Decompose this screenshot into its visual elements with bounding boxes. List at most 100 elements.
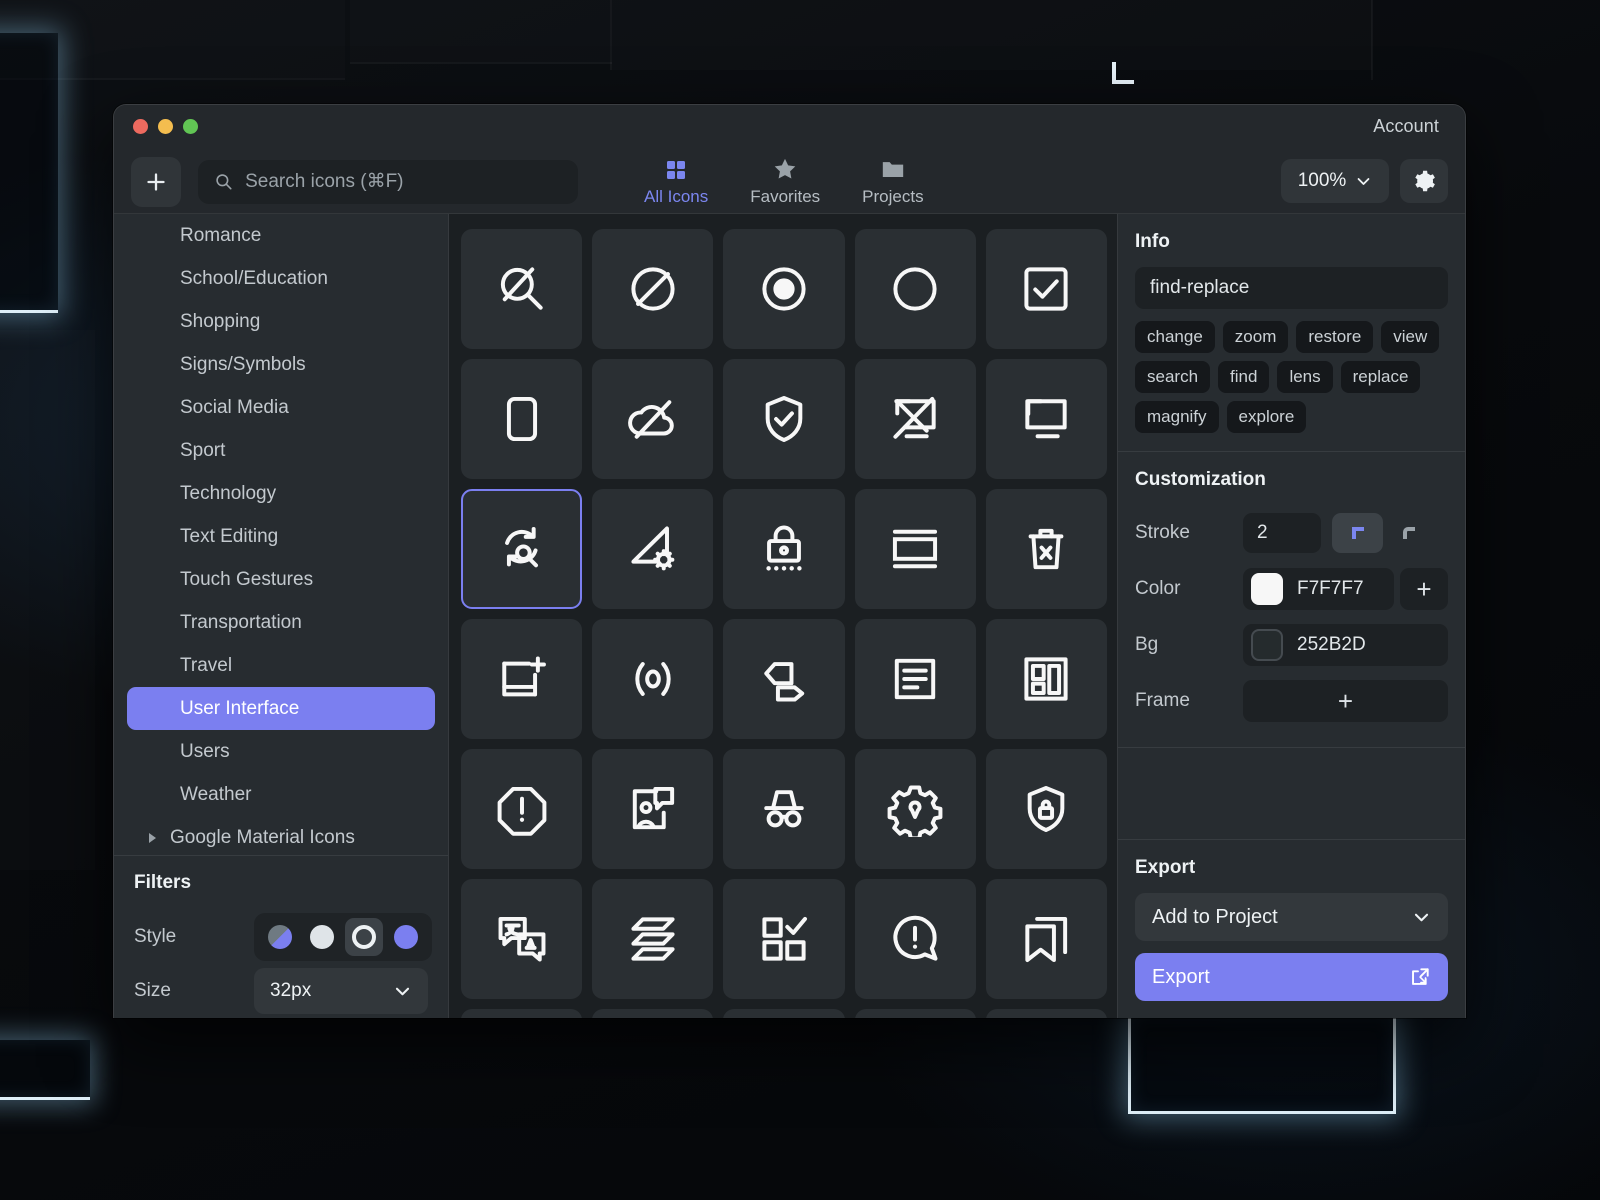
sidebar-item-social-media[interactable]: Social Media xyxy=(127,386,435,429)
icon-tile-gear-location[interactable] xyxy=(854,749,976,869)
sidebar-item-transportation[interactable]: Transportation xyxy=(127,601,435,644)
tag-chip[interactable]: view xyxy=(1381,321,1440,353)
icon-tile-delete-forever[interactable] xyxy=(985,489,1107,609)
sidebar-item-weather[interactable]: Weather xyxy=(127,773,435,816)
sidebar-item-shopping[interactable]: Shopping xyxy=(127,300,435,343)
icon-tile-screen-share[interactable] xyxy=(985,359,1107,479)
icon-tile-dashboard-layout[interactable] xyxy=(985,619,1107,739)
tab-projects[interactable]: Projects xyxy=(862,154,924,207)
icon-tile-add-frame[interactable] xyxy=(461,619,583,739)
search-box[interactable] xyxy=(198,159,578,204)
search-input[interactable] xyxy=(245,170,562,193)
icon-tile-search-off[interactable] xyxy=(461,229,583,349)
icon-tile-placeholder[interactable] xyxy=(461,1009,583,1018)
account-link[interactable]: Account xyxy=(1373,116,1439,137)
sidebar-item-signs-symbols[interactable]: Signs/Symbols xyxy=(127,343,435,386)
sidebar-item-sport[interactable]: Sport xyxy=(127,429,435,472)
icon-tile-cloud-off[interactable] xyxy=(592,359,714,479)
folder-icon xyxy=(880,154,906,182)
tag-chip[interactable]: restore xyxy=(1296,321,1374,353)
icon-tile-window-layout[interactable] xyxy=(854,489,976,609)
icon-name-value: find-replace xyxy=(1150,277,1250,298)
grid-icon xyxy=(664,154,688,182)
chevron-down-icon xyxy=(1414,913,1429,921)
sidebar-item-text-editing[interactable]: Text Editing xyxy=(127,515,435,558)
icon-tile-radio-selected[interactable] xyxy=(723,229,845,349)
icon-name-field[interactable]: find-replace xyxy=(1135,267,1448,309)
tag-chip[interactable]: change xyxy=(1135,321,1215,353)
chevron-right-icon xyxy=(149,832,156,843)
add-button[interactable] xyxy=(131,156,181,207)
tab-favorites[interactable]: Favorites xyxy=(750,154,820,207)
close-button[interactable] xyxy=(133,119,148,134)
tag-chip[interactable]: zoom xyxy=(1222,321,1289,353)
tag-chip[interactable]: search xyxy=(1135,361,1211,393)
sidebar-group-google-material-icons[interactable]: Google Material Icons xyxy=(127,816,435,855)
corner-sharp-button[interactable] xyxy=(1332,513,1383,553)
icon-tile-layers-stack[interactable] xyxy=(592,879,714,999)
add-to-project-select[interactable]: Add to Project xyxy=(1135,893,1448,941)
icon-tile-sensors[interactable] xyxy=(592,619,714,739)
sidebar-item-romance[interactable]: Romance xyxy=(127,214,435,257)
stroke-input[interactable] xyxy=(1243,513,1321,553)
sidebar-item-school-education[interactable]: School/Education xyxy=(127,257,435,300)
icon-tile-shield-check[interactable] xyxy=(723,359,845,479)
icon-tile-user-message[interactable] xyxy=(592,749,714,869)
bg-swatch[interactable] xyxy=(1251,629,1283,661)
size-select[interactable]: 32px xyxy=(254,968,428,1014)
style-option-duotone[interactable] xyxy=(261,918,299,956)
icon-tile-circle-slash[interactable] xyxy=(592,229,714,349)
icon-tile-article[interactable] xyxy=(854,619,976,739)
icon-tile-password-lock[interactable] xyxy=(723,489,845,609)
tag-chip[interactable]: find xyxy=(1218,361,1270,393)
icon-tile-circle[interactable] xyxy=(854,229,976,349)
tag-chip[interactable]: lens xyxy=(1277,361,1333,393)
export-button[interactable]: Export xyxy=(1135,953,1448,1001)
zoom-level-select[interactable]: 100% xyxy=(1281,159,1389,203)
maximize-button[interactable] xyxy=(183,119,198,134)
icon-tile-translate[interactable] xyxy=(461,879,583,999)
style-label: Style xyxy=(134,926,177,947)
icon-tile-placeholder[interactable] xyxy=(723,1009,845,1018)
category-label: Weather xyxy=(180,783,252,805)
icon-tile-shield-lock[interactable] xyxy=(985,749,1107,869)
icon-tile-octagon-alert[interactable] xyxy=(461,749,583,869)
icon-tile-bookmarks[interactable] xyxy=(985,879,1107,999)
tag-chip[interactable]: magnify xyxy=(1135,401,1219,433)
style-option-filled[interactable] xyxy=(303,918,341,956)
add-color-button[interactable]: + xyxy=(1400,568,1448,610)
category-label: Sport xyxy=(180,439,226,461)
tag-chip[interactable]: replace xyxy=(1340,361,1421,393)
sidebar-item-travel[interactable]: Travel xyxy=(127,644,435,687)
minimize-button[interactable] xyxy=(158,119,173,134)
sidebar-item-touch-gestures[interactable]: Touch Gestures xyxy=(127,558,435,601)
icon-tile-tags[interactable] xyxy=(723,619,845,739)
tab-all-icons[interactable]: All Icons xyxy=(644,154,708,207)
bg-field[interactable]: 252B2D xyxy=(1243,624,1448,666)
tag-chip[interactable]: explore xyxy=(1226,401,1307,433)
style-option-group xyxy=(254,913,432,961)
icon-tile-find-replace[interactable] xyxy=(461,489,583,609)
icon-tile-alert-bubble[interactable] xyxy=(854,879,976,999)
icon-tile-placeholder[interactable] xyxy=(854,1009,976,1018)
icon-tile-incognito[interactable] xyxy=(723,749,845,869)
icon-tile-placeholder[interactable] xyxy=(592,1009,714,1018)
add-frame-button[interactable]: + xyxy=(1243,680,1448,722)
icon-tile-placeholder[interactable] xyxy=(985,1009,1107,1018)
color-swatch[interactable] xyxy=(1251,573,1283,605)
icon-tile-rounded-square[interactable] xyxy=(461,359,583,479)
corner-rounded-button[interactable] xyxy=(1383,513,1434,553)
icon-tile-screen-share-off[interactable] xyxy=(854,359,976,479)
sidebar-item-users[interactable]: Users xyxy=(127,730,435,773)
style-option-solid[interactable] xyxy=(387,918,425,956)
icon-tile-select-check-box[interactable] xyxy=(723,879,845,999)
icon-tile-angle-settings[interactable] xyxy=(592,489,714,609)
sidebar-item-technology[interactable]: Technology xyxy=(127,472,435,515)
icon-tile-checkbox-checked[interactable] xyxy=(985,229,1107,349)
color-field[interactable]: F7F7F7 xyxy=(1243,568,1394,610)
settings-button[interactable] xyxy=(1400,159,1448,203)
corner-style-group xyxy=(1332,513,1434,553)
style-option-outline[interactable] xyxy=(345,918,383,956)
sidebar-item-user-interface[interactable]: User Interface xyxy=(127,687,435,730)
filters-title: Filters xyxy=(134,872,192,893)
